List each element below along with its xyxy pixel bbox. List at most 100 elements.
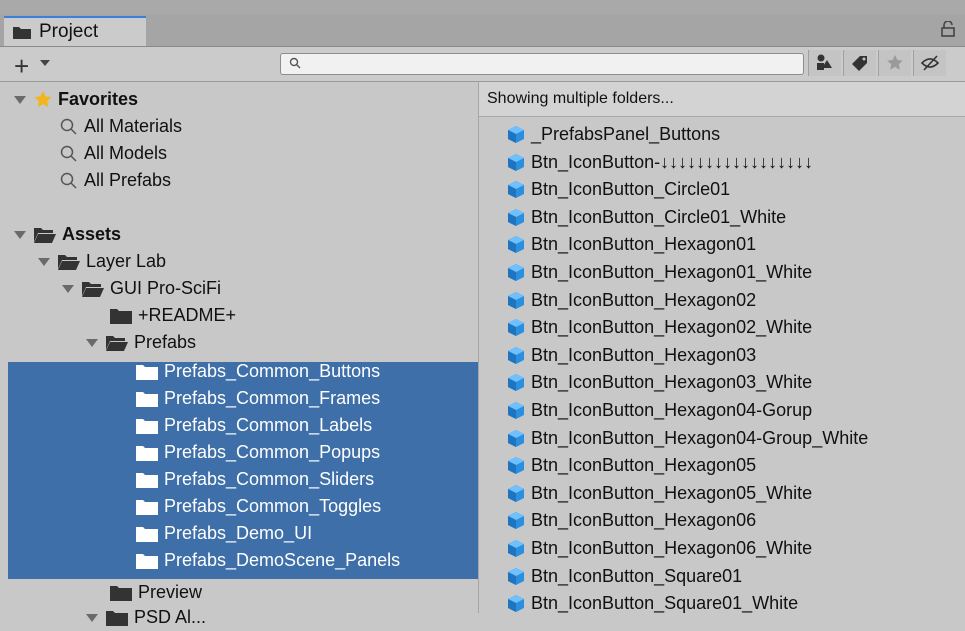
tree-item-label: GUI Pro-SciFi: [110, 278, 222, 298]
expand-caret-icon[interactable]: [86, 613, 98, 622]
prefab-cube-icon: [508, 181, 524, 199]
tree-item-layer-lab[interactable]: Layer Lab: [38, 248, 166, 275]
asset-list-item[interactable]: Btn_IconButton-↓↓↓↓↓↓↓↓↓↓↓↓↓↓↓↓↓: [507, 149, 813, 176]
asset-list-item[interactable]: Btn_IconButton_Hexagon01_White: [507, 259, 812, 286]
tree-item-prefabs[interactable]: Prefabs: [86, 329, 196, 356]
tree-item-label: Prefabs_Common_Toggles: [164, 496, 382, 516]
search-field[interactable]: [280, 53, 804, 75]
asset-list-item[interactable]: Btn_IconButton_Hexagon01: [507, 231, 756, 258]
asset-item-label: Btn_IconButton_Hexagon05: [531, 455, 757, 476]
tab-bar: Project: [0, 14, 965, 47]
folder-icon: [110, 585, 132, 601]
tree-item-favorites[interactable]: Favorites: [14, 86, 138, 113]
asset-list-item[interactable]: Btn_IconButton_Hexagon06: [507, 507, 756, 534]
hidden-packages-button[interactable]: [913, 50, 946, 76]
asset-item-label: Btn_IconButton_Hexagon01: [531, 234, 757, 255]
prefab-cube-icon: [508, 540, 524, 557]
prefab-cube-icon: [508, 126, 524, 143]
tree-item-label: Prefabs_Common_Frames: [164, 388, 381, 408]
folder-icon: [136, 526, 158, 542]
asset-item-label: Btn_IconButton_Hexagon02: [531, 289, 757, 310]
tree-item-all-models[interactable]: All Models: [60, 140, 167, 167]
favorites-star-button[interactable]: [878, 50, 911, 76]
tree-item-prefabs-demo-ui[interactable]: Prefabs_Demo_UI: [136, 520, 312, 547]
tree-item-label: +README+: [138, 305, 237, 325]
expand-caret-icon[interactable]: [86, 338, 98, 347]
tree-item-label: All Prefabs: [84, 170, 172, 190]
asset-item-label: Btn_IconButton_Square01: [531, 565, 743, 586]
open-folder-icon: [82, 281, 104, 297]
expand-caret-icon[interactable]: [14, 230, 26, 239]
tree-item-prefabs-common-popups[interactable]: Prefabs_Common_Popups: [136, 439, 380, 466]
tree-item-label: All Models: [84, 143, 168, 163]
lock-icon[interactable]: [941, 21, 955, 37]
search-input[interactable]: [305, 54, 799, 74]
tree-item-label: Prefabs_Common_Labels: [164, 415, 373, 435]
tree-item-psd-all[interactable]: PSD Al...: [86, 604, 206, 631]
prefab-cube-icon: [508, 153, 524, 171]
tree-item-all-materials[interactable]: All Materials: [60, 113, 182, 140]
folder-icon: [110, 308, 132, 324]
asset-list-item[interactable]: Btn_IconButton_Circle01: [507, 176, 730, 203]
asset-list-item[interactable]: Btn_IconButton_Hexagon04-Gorup: [507, 397, 812, 424]
expand-caret-icon[interactable]: [14, 95, 26, 104]
tree-item-label: Prefabs_Demo_UI: [164, 523, 313, 543]
filter-by-type-button[interactable]: [808, 50, 841, 76]
asset-item-label: Btn_IconButton_Hexagon06: [531, 510, 757, 531]
tree-item-prefabs-common-toggles[interactable]: Prefabs_Common_Toggles: [136, 493, 381, 520]
asset-list-item[interactable]: Btn_IconButton_Square01: [507, 563, 742, 590]
tree-item-label: Prefabs_Common_Sliders: [164, 469, 375, 489]
tree-item-label: Preview: [138, 582, 203, 602]
tree-item-prefabs-demoscene-panels[interactable]: Prefabs_DemoScene_Panels: [136, 547, 400, 574]
folder-tree: Favorites All Materials All Models All P…: [0, 82, 479, 627]
folder-icon: [136, 499, 158, 515]
asset-list-item[interactable]: Btn_IconButton_Hexagon03_White: [507, 369, 812, 396]
prefab-cube-icon: [508, 319, 524, 337]
asset-list-item[interactable]: Btn_IconButton_Hexagon02_White: [507, 314, 812, 341]
open-folder-icon: [58, 254, 80, 270]
tree-item-label: Prefabs_Common_Popups: [164, 442, 381, 462]
asset-item-label: _PrefabsPanel_Buttons: [531, 124, 721, 144]
tree-item-prefabs-common-labels[interactable]: Prefabs_Common_Labels: [136, 412, 372, 439]
asset-list-item[interactable]: Btn_IconButton_Hexagon06_White: [507, 535, 812, 562]
tree-item-prefabs-common-buttons[interactable]: Prefabs_Common_Buttons: [136, 358, 380, 385]
tab-project[interactable]: Project: [4, 16, 146, 46]
asset-list-item[interactable]: Btn_IconButton_Square01_White: [507, 590, 798, 617]
filter-by-label-icon: [852, 56, 867, 71]
asset-list-item[interactable]: Btn_IconButton_Hexagon03: [507, 342, 756, 369]
asset-list: Showing multiple folders... _PrefabsPane…: [479, 82, 965, 613]
tree-item-gui-pro-scifi[interactable]: GUI Pro-SciFi: [62, 275, 221, 302]
chevron-down-icon[interactable]: [40, 60, 50, 66]
folder-icon: [136, 418, 158, 434]
tree-item-prefabs-common-sliders[interactable]: Prefabs_Common_Sliders: [136, 466, 374, 493]
plus-icon[interactable]: +: [14, 51, 29, 82]
tree-item-all-prefabs[interactable]: All Prefabs: [60, 167, 171, 194]
tree-item-label: Layer Lab: [86, 251, 167, 271]
asset-list-item[interactable]: _PrefabsPanel_Buttons: [507, 121, 720, 148]
tree-item-readme[interactable]: +README+: [110, 302, 236, 329]
asset-list-item[interactable]: Btn_IconButton_Hexagon02: [507, 287, 756, 314]
search-icon: [60, 118, 77, 135]
asset-list-item[interactable]: Btn_IconButton_Hexagon04-Group_White: [507, 425, 868, 452]
open-folder-icon: [34, 227, 56, 243]
tree-item-label: All Materials: [84, 116, 183, 136]
star-icon: [34, 91, 52, 107]
asset-item-label: Btn_IconButton-↓↓↓↓↓↓↓↓↓↓↓↓↓↓↓↓↓: [531, 151, 814, 172]
tree-item-preview[interactable]: Preview: [110, 579, 202, 606]
folder-icon: [136, 364, 158, 380]
tree-item-assets[interactable]: Assets: [14, 221, 121, 248]
prefab-cube-icon: [508, 208, 524, 226]
asset-item-label: Btn_IconButton_Hexagon03: [531, 344, 757, 365]
folder-icon: [136, 445, 158, 461]
tab-project-label: Project: [39, 21, 99, 42]
tree-item-prefabs-common-frames[interactable]: Prefabs_Common_Frames: [136, 385, 380, 412]
tree-item-label: Prefabs_DemoScene_Panels: [164, 550, 401, 570]
asset-list-item[interactable]: Btn_IconButton_Hexagon05_White: [507, 480, 812, 507]
filter-by-type-icon: [817, 54, 832, 70]
expand-caret-icon[interactable]: [38, 257, 50, 266]
filter-by-label-button[interactable]: [843, 50, 876, 76]
asset-list-item[interactable]: Btn_IconButton_Hexagon05: [507, 452, 756, 479]
asset-list-item[interactable]: Btn_IconButton_Circle01_White: [507, 204, 786, 231]
prefab-cube-icon: [508, 512, 524, 530]
expand-caret-icon[interactable]: [62, 284, 74, 293]
